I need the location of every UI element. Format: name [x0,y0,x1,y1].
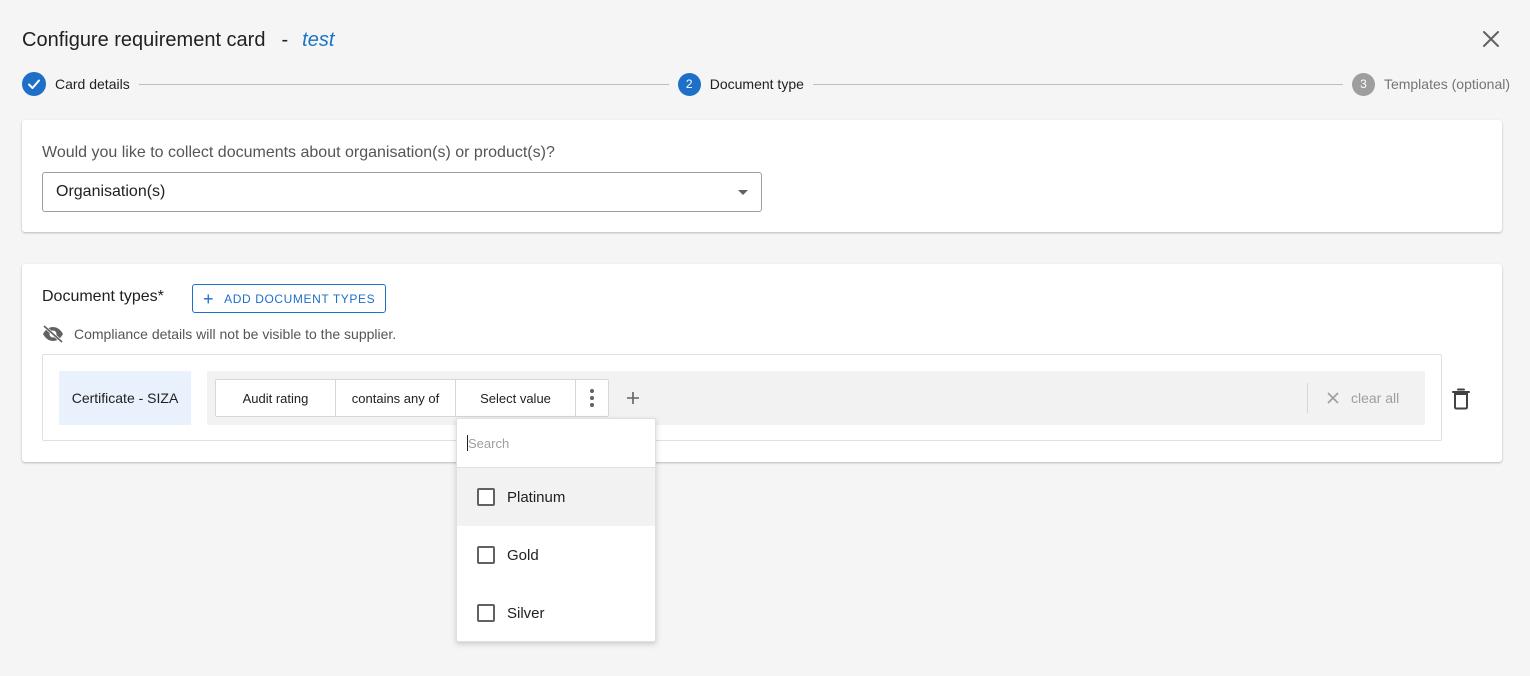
check-icon [22,72,46,96]
document-types-card: Document types* + ADD DOCUMENT TYPES Com… [22,264,1502,462]
document-types-title: Document types* [42,288,164,305]
delete-rule-button[interactable] [1452,388,1472,410]
collect-question: Would you like to collect documents abou… [42,144,555,161]
visibility-notice: Compliance details will not be visible t… [42,324,396,344]
document-type-chip[interactable]: Certificate - SIZA [59,371,191,425]
more-vertical-icon [590,389,594,407]
filter-field[interactable]: Audit rating [216,380,336,416]
step-document-type[interactable]: 2 Document type [677,72,804,96]
option-label: Gold [507,546,539,564]
checkbox[interactable] [477,488,495,506]
filter-bar: Audit rating contains any of Select valu… [207,371,1425,425]
trash-icon [1452,388,1470,410]
text-cursor [467,435,468,451]
plus-icon [627,392,639,404]
add-document-types-label: ADD DOCUMENT TYPES [224,291,376,306]
dropdown-search [457,419,655,468]
filter-value[interactable]: Select value [456,380,576,416]
stepper: Card details 2 Document type 3 Templates… [22,72,1510,96]
step-label: Card details [55,76,130,92]
eye-off-icon [43,325,63,343]
option-label: Silver [507,604,545,622]
filter-condition: Audit rating contains any of Select valu… [215,379,609,417]
step-label: Document type [709,76,804,92]
dropdown-option-silver[interactable]: Silver [457,584,655,642]
checkbox[interactable] [477,604,495,622]
close-icon [1483,31,1499,47]
collect-card: Would you like to collect documents abou… [22,120,1502,232]
dropdown-option-gold[interactable]: Gold [457,526,655,584]
title-separator: - [281,28,289,51]
close-icon [1327,392,1339,404]
filter-operator[interactable]: contains any of [336,380,456,416]
collect-select-value: Organisation(s) [56,183,166,200]
step-connector [138,83,669,85]
step-label: Templates (optional) [1383,76,1510,92]
value-dropdown: Platinum Gold Silver [456,418,656,642]
step-number: 2 [677,72,701,96]
clear-all-label: clear all [1351,390,1400,406]
divider [1307,383,1308,413]
step-number: 3 [1351,72,1375,96]
clear-all-button[interactable]: clear all [1327,388,1399,408]
checkbox[interactable] [477,546,495,564]
collect-select[interactable]: Organisation(s) [42,172,762,212]
filter-more-button[interactable] [576,380,608,416]
visibility-notice-text: Compliance details will not be visible t… [74,326,397,342]
step-connector [812,83,1343,85]
card-name: test [302,28,335,51]
option-label: Platinum [507,488,566,506]
dropdown-option-platinum[interactable]: Platinum [457,468,655,526]
close-button[interactable] [1480,28,1502,50]
add-filter-button[interactable] [623,388,643,408]
document-rule: Certificate - SIZA Audit rating contains… [42,354,1442,441]
add-document-types-button[interactable]: + ADD DOCUMENT TYPES [192,284,387,313]
plus-icon: + [203,288,215,309]
dropdown-search-input[interactable] [468,435,638,451]
caret-down-icon [738,190,748,195]
dialog-header: Configure requirement card - test [22,26,334,54]
step-card-details[interactable]: Card details [22,72,130,96]
step-templates[interactable]: 3 Templates (optional) [1351,72,1510,96]
dialog-title: Configure requirement card [22,28,266,51]
